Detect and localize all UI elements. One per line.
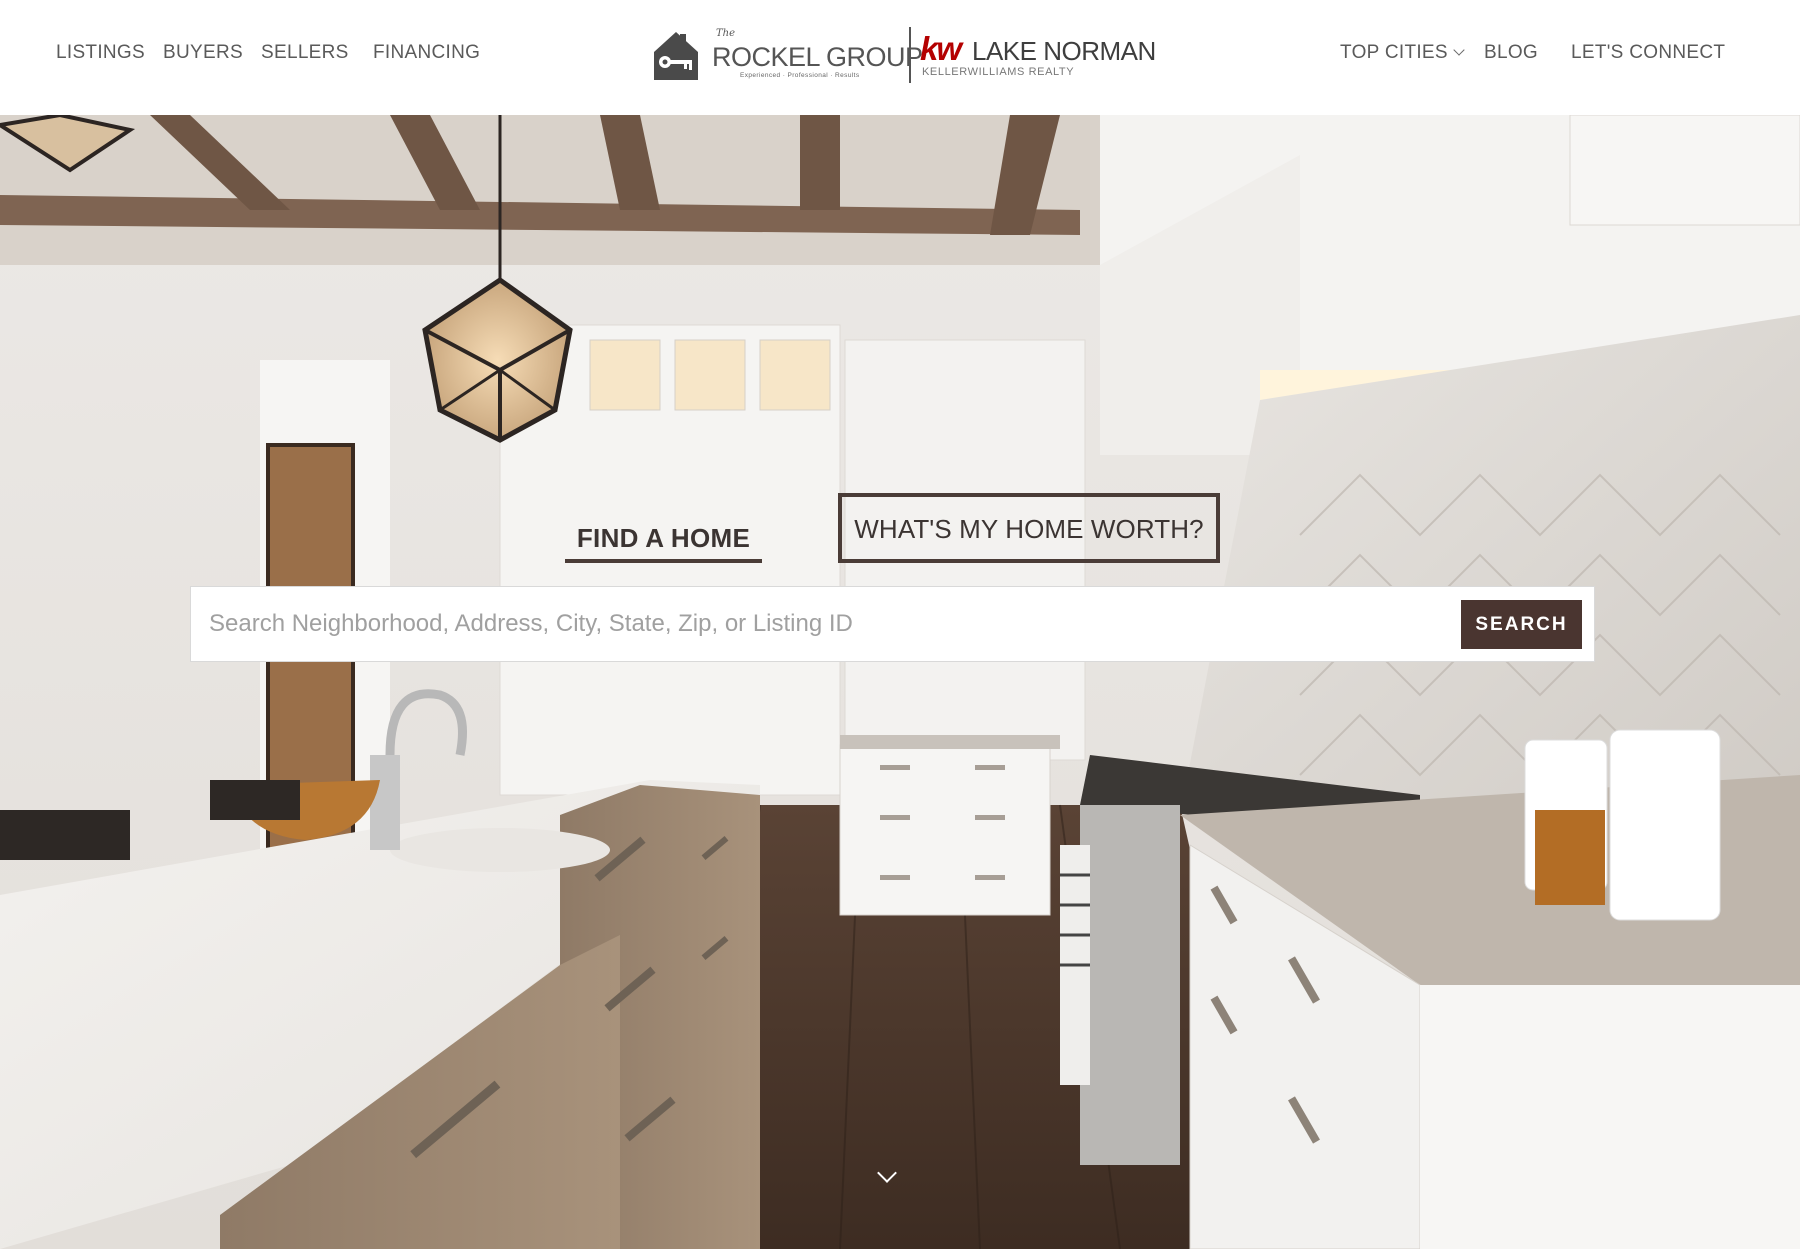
nav-listings[interactable]: LISTINGS [56, 42, 145, 64]
logo-group-name: ROCKEL GROUP [712, 42, 923, 72]
nav-top-cities-label: TOP CITIES [1340, 42, 1448, 63]
logo-brokerage: KELLERWILLIAMS REALTY [922, 66, 1075, 78]
nav-lets-connect[interactable]: LET'S CONNECT [1571, 42, 1725, 64]
nav-sellers[interactable]: SELLERS [261, 42, 349, 64]
tab-home-worth[interactable]: WHAT'S MY HOME WORTH? [838, 493, 1220, 563]
chevron-down-icon [1453, 44, 1465, 56]
kitchen-background-image [0, 115, 1800, 1249]
search-button[interactable]: SEARCH [1461, 600, 1582, 649]
tab-find-a-home[interactable]: FIND A HOME [565, 513, 762, 563]
site-header: LISTINGS BUYERS SELLERS FINANCING The RO… [0, 0, 1800, 115]
search-input[interactable] [209, 601, 1429, 647]
logo-the: The [716, 28, 736, 39]
logo-divider [909, 27, 911, 83]
nav-blog[interactable]: BLOG [1484, 42, 1538, 64]
search-bar: SEARCH [190, 586, 1595, 662]
house-key-icon [654, 32, 698, 80]
nav-top-cities[interactable]: TOP CITIES [1340, 42, 1465, 64]
nav-buyers[interactable]: BUYERS [163, 42, 243, 64]
hero-section: FIND A HOME WHAT'S MY HOME WORTH? SEARCH [0, 115, 1800, 1249]
logo-market: LAKE NORMAN [972, 36, 1156, 66]
nav-financing[interactable]: FINANCING [373, 42, 480, 64]
logo-kw: kw [920, 30, 962, 67]
logo-tagline: Experienced · Professional · Results [740, 72, 860, 79]
site-logo[interactable]: The ROCKEL GROUP Experienced · Professio… [650, 24, 1156, 86]
